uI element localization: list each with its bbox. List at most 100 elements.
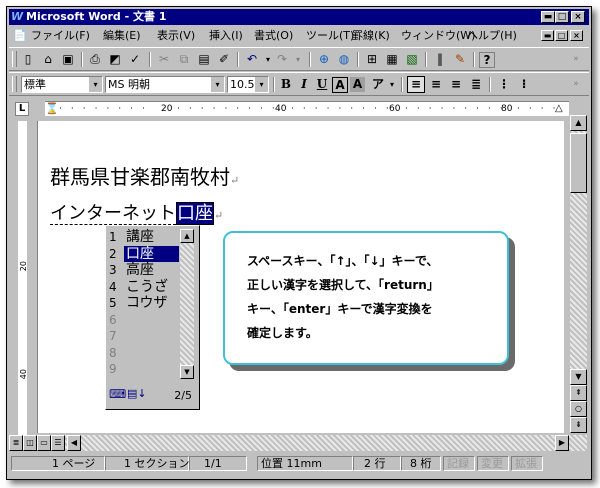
- menu-file[interactable]: ファイル(F): [31, 29, 90, 43]
- toolbar-grip[interactable]: [12, 76, 17, 92]
- status-record[interactable]: 記録: [443, 456, 475, 471]
- ruler-strip[interactable]: ⌛ ········ 20 ········· 40 ········· 60 …: [45, 101, 569, 116]
- candidate-scroll-down-icon[interactable]: ▼: [180, 365, 194, 379]
- candidate-number: 3: [109, 263, 117, 277]
- menu-help[interactable]: ヘルプ(H): [467, 29, 517, 43]
- open-folder-icon[interactable]: ⌂: [39, 51, 57, 68]
- char-border-button[interactable]: A: [332, 77, 348, 93]
- horizontal-scrollbar[interactable]: ≣ ◫ ▭ ☰ ◀ ▶: [9, 435, 587, 451]
- drawing-icon[interactable]: ✎: [451, 51, 469, 68]
- align-right-icon[interactable]: ≡: [447, 76, 465, 93]
- doc-restore-button[interactable]: □: [555, 30, 568, 41]
- more-buttons-icon[interactable]: »: [567, 76, 585, 93]
- justify-icon[interactable]: ≣: [467, 76, 485, 93]
- scroll-thumb[interactable]: [570, 133, 587, 193]
- print-layout-view-icon[interactable]: ▭: [37, 435, 51, 451]
- browse-object-icon[interactable]: ○: [570, 401, 587, 417]
- font-size-select[interactable]: 10.5 ▾: [227, 76, 269, 93]
- candidate-item[interactable]: こうざ: [124, 279, 179, 296]
- candidate-item-selected[interactable]: 口座: [124, 245, 179, 262]
- print-preview-icon[interactable]: ◩: [106, 51, 124, 68]
- copy-icon[interactable]: ⧉: [175, 51, 193, 68]
- indent-marker-icon[interactable]: ⌛: [45, 102, 59, 116]
- bold-button[interactable]: B: [277, 76, 295, 93]
- typed-text: インターネット: [50, 203, 176, 225]
- vertical-ruler-strip[interactable]: 20 40: [18, 121, 28, 437]
- font-select[interactable]: MS 明朝 ▾: [105, 76, 225, 93]
- scroll-right-icon[interactable]: ▶: [555, 435, 569, 451]
- maximize-button[interactable]: □: [555, 11, 569, 23]
- outline-view-icon[interactable]: ☰: [51, 435, 65, 451]
- web-toolbar-icon[interactable]: ◍: [335, 51, 353, 68]
- insert-table-icon[interactable]: ▦: [383, 51, 401, 68]
- word-app-icon[interactable]: W: [11, 10, 25, 24]
- new-document-icon[interactable]: ▯: [19, 51, 37, 68]
- document-line-2: インターネット口座↵: [50, 199, 223, 225]
- align-center-icon[interactable]: ≡: [427, 76, 445, 93]
- right-indent-marker-icon[interactable]: △: [555, 102, 563, 116]
- menu-edit[interactable]: 編集(E): [103, 29, 141, 43]
- spelling-check-icon[interactable]: ✓: [126, 51, 144, 68]
- more-buttons-icon[interactable]: »: [567, 51, 585, 68]
- help-icon[interactable]: ?: [479, 52, 495, 68]
- menu-insert[interactable]: 挿入(I): [209, 29, 243, 43]
- document-icon[interactable]: 📄: [13, 29, 27, 43]
- tab-selector[interactable]: L: [15, 102, 29, 116]
- italic-button[interactable]: I: [295, 76, 313, 93]
- paste-icon[interactable]: ▤: [195, 51, 213, 68]
- format-painter-icon[interactable]: ✐: [215, 51, 233, 68]
- print-icon[interactable]: ⎙: [86, 51, 104, 68]
- status-extend[interactable]: 拡張: [511, 456, 543, 471]
- previous-page-icon[interactable]: ⇞: [570, 385, 587, 401]
- insert-excel-icon[interactable]: ▧: [403, 51, 421, 68]
- save-disk-icon[interactable]: ▣: [59, 51, 77, 68]
- toolbar-separator: [149, 52, 151, 67]
- doc-close-button[interactable]: ×: [570, 30, 583, 41]
- candidate-item[interactable]: 高座: [124, 262, 179, 279]
- align-left-icon[interactable]: ≡: [407, 76, 425, 93]
- ime-tool-icon[interactable]: ⌨: [109, 387, 126, 401]
- char-shading-button[interactable]: A: [350, 77, 365, 92]
- columns-icon[interactable]: ‖: [431, 51, 449, 68]
- toolbar-separator: [425, 52, 427, 67]
- scroll-left-icon[interactable]: ◀: [67, 435, 81, 451]
- close-button[interactable]: ×: [571, 11, 585, 23]
- scroll-down-icon[interactable]: ▼: [570, 369, 587, 385]
- scroll-up-icon[interactable]: ▲: [570, 115, 587, 131]
- style-select[interactable]: 標準 ▾: [21, 76, 103, 93]
- font-size-dropdown-icon[interactable]: ▾: [254, 77, 268, 92]
- status-page: 1 ページ: [11, 456, 105, 471]
- ime-list-icon[interactable]: ▤↓: [127, 387, 147, 400]
- candidate-number: 5: [109, 296, 117, 310]
- normal-view-icon[interactable]: ≣: [9, 435, 23, 451]
- vertical-scrollbar[interactable]: ▲ ▼ ⇞ ○ ⇟: [570, 115, 587, 433]
- candidate-item[interactable]: コウザ: [124, 295, 179, 312]
- menu-format[interactable]: 書式(O): [254, 29, 293, 43]
- candidate-scroll-up-icon[interactable]: ▲: [180, 229, 194, 243]
- tables-borders-icon[interactable]: ⊞: [363, 51, 381, 68]
- doc-minimize-button[interactable]: ▬: [541, 30, 554, 41]
- next-page-icon[interactable]: ⇟: [570, 417, 587, 433]
- font-dropdown-icon[interactable]: ▾: [210, 77, 224, 92]
- menu-view[interactable]: 表示(V): [157, 29, 195, 43]
- menu-table[interactable]: 罫線(K): [352, 29, 390, 43]
- redo-dropdown-icon[interactable]: ▾: [289, 51, 307, 68]
- minimize-button[interactable]: ▬: [541, 11, 555, 23]
- candidate-item[interactable]: 講座: [124, 229, 179, 246]
- bullets-icon[interactable]: ⁝: [515, 76, 533, 93]
- toolbar-grip[interactable]: [12, 51, 17, 67]
- numbering-icon[interactable]: ⋮: [495, 76, 513, 93]
- menu-tools[interactable]: ツール(T): [306, 29, 354, 43]
- style-dropdown-icon[interactable]: ▾: [88, 77, 102, 92]
- status-section: 1 セクション: [105, 456, 190, 471]
- status-track-changes[interactable]: 変更: [477, 456, 509, 471]
- menu-window[interactable]: ウィンドウ(W): [401, 29, 475, 43]
- web-layout-view-icon[interactable]: ◫: [23, 435, 37, 451]
- phonetic-dropdown-icon[interactable]: ▾: [383, 76, 401, 93]
- cut-icon[interactable]: ✂: [155, 51, 173, 68]
- ruler-tick-60: 60: [389, 104, 401, 114]
- candidate-scrollbar[interactable]: ▲ ▼: [180, 229, 194, 379]
- title-bar[interactable]: W Microsoft Word - 文書 1 ▬ □ ×: [9, 9, 589, 25]
- hyperlink-icon[interactable]: ⊕: [315, 51, 333, 68]
- underline-button[interactable]: U: [313, 76, 331, 93]
